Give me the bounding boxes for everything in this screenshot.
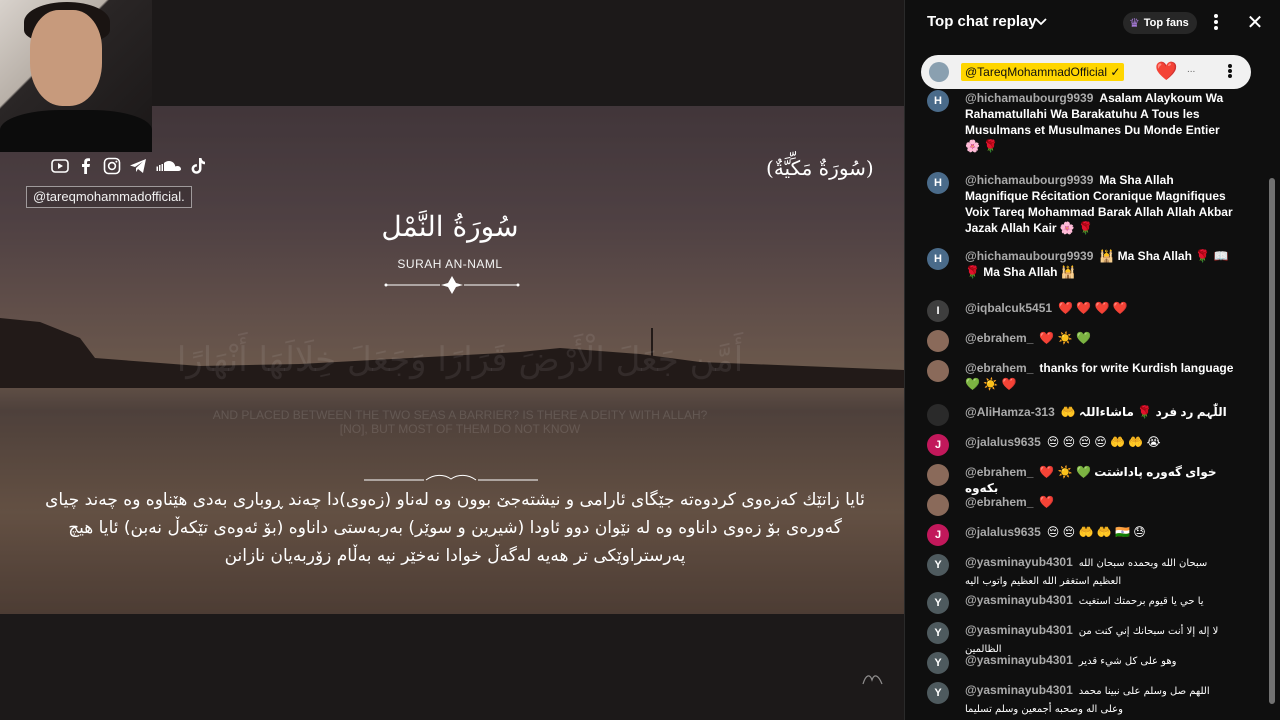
avatar — [927, 360, 949, 382]
avatar — [929, 62, 949, 82]
live-chat-panel: Top chat replay ♛ Top fans ✕ @TareqMoham… — [904, 0, 1280, 720]
close-icon[interactable]: ✕ — [1245, 12, 1265, 34]
message-text: ❤️ ❤️ ❤️ ❤️ — [1058, 301, 1128, 315]
avatar: Y — [927, 652, 949, 674]
avatar — [927, 464, 949, 486]
message-author[interactable]: @yasminayub4301 — [965, 683, 1073, 697]
avatar: H — [927, 172, 949, 194]
chevron-down-icon[interactable] — [1033, 13, 1049, 31]
pinned-author: @TareqMohammadOfficial ✓ — [961, 63, 1125, 81]
chat-header: Top chat replay ♛ Top fans ✕ — [905, 0, 1280, 46]
avatar: Y — [927, 554, 949, 576]
avatar — [927, 494, 949, 516]
message-author[interactable]: @ebrahem_ — [965, 495, 1033, 509]
message-author[interactable]: @yasminayub4301 — [965, 623, 1073, 637]
surah-title-arabic: سُورَةُ النَّمْل — [381, 210, 519, 243]
youtube-icon — [50, 156, 70, 176]
facebook-icon — [76, 156, 96, 176]
kurdish-subtitle: ئایا زاتێك کەزەوی کردوەتە جێگای ئارامی و… — [45, 490, 865, 566]
faded-verse-arabic: أَمَّن جَعَلَ الْأَرْضَ قَرَارًا وَجَعَل… — [176, 340, 744, 380]
avatar: Y — [927, 592, 949, 614]
faded-verse-english: AND PLACED BETWEEN THE TWO SEAS A BARRIE… — [80, 408, 840, 436]
message-author[interactable]: @iqbalcuk5451 — [965, 301, 1052, 315]
faded-english-line-1: AND PLACED BETWEEN THE TWO SEAS A BARRIE… — [212, 408, 708, 422]
pinned-menu-icon[interactable] — [1227, 63, 1233, 81]
message-author[interactable]: @hichamaubourg9939 — [965, 249, 1093, 263]
more-options-icon[interactable] — [1209, 12, 1223, 34]
message-author[interactable]: @AliHamza-313 — [965, 405, 1055, 419]
pinned-message[interactable]: @TareqMohammadOfficial ✓ ❤️ ... — [921, 55, 1251, 89]
channel-handle: @tareqmohammadofficial. — [26, 186, 192, 208]
message-text: وهو على كل شيء قدير — [1078, 656, 1177, 667]
chat-mode-title[interactable]: Top chat replay — [927, 13, 1037, 30]
pinned-emoji: ❤️ — [1155, 61, 1178, 81]
avatar: I — [927, 300, 949, 322]
crown-icon: ♛ — [1129, 16, 1140, 30]
tiktok-icon — [188, 156, 208, 176]
message-author[interactable]: @hichamaubourg9939 — [965, 173, 1093, 187]
watermark-logo — [860, 670, 886, 688]
surah-title-english: SURAH AN-NAML — [397, 257, 503, 271]
message-text: 😔 😔 😔 😔 🤲 🤲 😭 — [1046, 435, 1161, 449]
message-author[interactable]: @ebrahem_ — [965, 465, 1033, 479]
message-author[interactable]: @yasminayub4301 — [965, 593, 1073, 607]
instagram-icon — [102, 156, 122, 176]
pinned-more-text: ... — [1187, 64, 1196, 75]
message-text: ❤️ — [1039, 495, 1055, 509]
chat-scrollbar[interactable] — [1269, 178, 1275, 704]
message-author[interactable]: @yasminayub4301 — [965, 555, 1073, 569]
subtitle-divider — [364, 474, 538, 481]
message-text: يا حي يا قيوم برحمتك استغيث — [1078, 596, 1204, 607]
message-text: ❤️ ☀️ 💚 — [1039, 331, 1091, 345]
top-fans-label: Top fans — [1143, 17, 1189, 29]
avatar — [927, 330, 949, 352]
social-icons — [50, 156, 208, 176]
avatar: H — [927, 90, 949, 112]
avatar: H — [927, 248, 949, 270]
avatar: Y — [927, 682, 949, 704]
message-author[interactable]: @yasminayub4301 — [965, 653, 1073, 667]
message-text: 🤲 اللّٰہم رد فرد 🌹 ماشاءاللہ — [1060, 405, 1227, 419]
message-author[interactable]: @jalalus9635 — [965, 525, 1041, 539]
message-author[interactable]: @ebrahem_ — [965, 331, 1033, 345]
telegram-icon — [128, 156, 148, 176]
video-player[interactable]: @tareqmohammadofficial. (سُورَةٌ مَكِّيَ… — [0, 0, 904, 720]
message-author[interactable]: @hichamaubourg9939 — [965, 91, 1093, 105]
ornament-divider — [384, 276, 520, 294]
soundcloud-icon — [154, 156, 182, 176]
avatar — [927, 404, 949, 426]
message-author[interactable]: @jalalus9635 — [965, 435, 1041, 449]
surah-type-label: (سُورَةٌ مَكِّيَّةٌ) — [766, 156, 874, 180]
chat-messages[interactable]: H @hichamaubourg9939 Asalam Alaykoum Wa R… — [905, 88, 1267, 720]
avatar: J — [927, 434, 949, 456]
message-author[interactable]: @ebrahem_ — [965, 361, 1033, 375]
avatar: Y — [927, 622, 949, 644]
avatar: J — [927, 524, 949, 546]
message-text: 😔 😔 🤲 🤲 🇮🇳 😓 — [1046, 525, 1146, 539]
webcam-overlay — [0, 0, 152, 152]
top-fans-button[interactable]: ♛ Top fans — [1123, 12, 1197, 34]
faded-english-line-2: [NO], BUT MOST OF THEM DO NOT KNOW — [339, 422, 581, 436]
